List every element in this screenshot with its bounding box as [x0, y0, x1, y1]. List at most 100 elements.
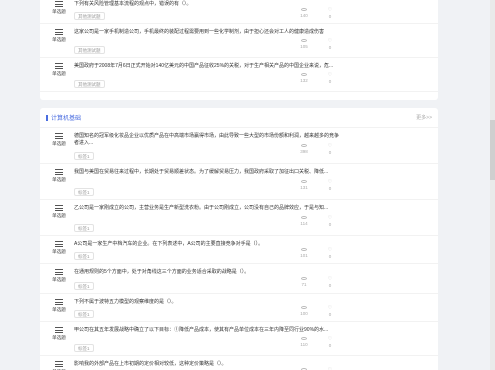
- scrollbar-thumb[interactable]: [490, 120, 495, 180]
- list-icon: [55, 169, 63, 175]
- heart-icon: ♡: [327, 179, 333, 185]
- like-count[interactable]: ♡0: [322, 143, 338, 156]
- question-tag[interactable]: 其他测试题: [74, 12, 105, 20]
- like-count-value: 0: [328, 222, 332, 227]
- question-row[interactable]: 单选题 这家公司是一家手机制造公司，手机最终的装配过程需要用到一些化学制剂，由于担…: [40, 24, 438, 58]
- question-text[interactable]: 影响我的外部产品在上市初期的定价相对较低，这种定价策略是（）。: [74, 361, 342, 368]
- question-row[interactable]: 单选题 下列不属于波特五力模型的观察维度的是（）。 标签1 100 ♡ 0: [40, 294, 438, 322]
- question-tag[interactable]: 标签1: [74, 188, 94, 196]
- more-link[interactable]: 更多>>: [416, 114, 432, 121]
- heart-icon: ♡: [327, 72, 333, 78]
- question-tag[interactable]: 标签1: [74, 282, 94, 290]
- eye-icon: [301, 216, 307, 219]
- question-text[interactable]: 在通用规则的5个方面中，处于对角线这三个方面的业务适合采取的战略是（）。: [74, 269, 342, 276]
- view-count-value: 131: [300, 185, 308, 190]
- list-icon: [55, 205, 63, 211]
- heart-icon: ♡: [327, 143, 333, 149]
- question-row[interactable]: 单选题 甲公司在其五年发展战略中确立了以下目标：①降低产品成本，使其有产品单位成本…: [40, 322, 438, 356]
- like-count[interactable]: ♡0: [322, 8, 338, 20]
- question-type-label: 单选题: [52, 140, 66, 146]
- question-row[interactable]: 单选题 乙公司是一家刚成立的公司，主营业务是生产新型洗衣粉。由于公司刚成立，公司没…: [40, 200, 438, 236]
- view-count: 114: [296, 216, 312, 226]
- question-type: 单选题: [48, 204, 70, 219]
- question-tag[interactable]: 标签1: [74, 224, 94, 232]
- heart-icon: ♡: [327, 276, 333, 282]
- question-text[interactable]: 甲公司在其五年发展战略中确立了以下目标：①降低产品成本，使其有产品单位成本在三年…: [74, 327, 342, 334]
- like-count[interactable]: ♡0: [322, 276, 338, 289]
- question-row[interactable]: 单选题 美国政府于2008年7月6日正式开始对140亿美元的中国产品征收25%的关…: [40, 58, 438, 92]
- question-type-label: 单选题: [52, 70, 66, 76]
- like-count[interactable]: ♡0: [322, 336, 338, 349]
- view-count: 110: [296, 337, 312, 347]
- question-text[interactable]: 这家公司是一家手机制造公司，手机最终的装配过程需要用到一些化学制剂，由于担心还会…: [74, 29, 342, 36]
- question-text[interactable]: 下列有关风险管理基本流程的观点中，错误的有（）。: [74, 1, 342, 8]
- question-row[interactable]: 单选题影响我的外部产品在上市初期的定价相对较低，这种定价策略是（）。标签190♡…: [40, 356, 438, 370]
- list-icon: [55, 1, 63, 7]
- view-count-value: 132: [300, 78, 308, 83]
- heart-icon: ♡: [327, 247, 333, 253]
- heart-icon: ♡: [327, 305, 333, 311]
- question-type-label: 单选题: [52, 248, 66, 254]
- view-count-value: 101: [300, 253, 308, 258]
- section-title[interactable]: 计算机基础: [46, 113, 81, 122]
- section-bar-icon: [46, 114, 48, 121]
- question-list: 单选题 德国知名的冠军级化妆品企业以优质产品在中高端市场赢得市场，由此导致一些大型…: [40, 128, 438, 370]
- eye-icon: [301, 180, 307, 183]
- question-text[interactable]: 我国与美国在贸易往来过程中，长期处于贸易顺差状态。为了缓解贸易压力，我国政府采取…: [74, 169, 342, 176]
- list-icon: [55, 269, 63, 275]
- question-row[interactable]: 单选题 下列有关风险管理基本流程的观点中，错误的有（）。 其他测试题 140 ♡ 0: [40, 0, 438, 24]
- view-count-value: 105: [300, 44, 308, 49]
- like-count-value: 0: [328, 79, 332, 84]
- like-count-value: 0: [328, 150, 332, 155]
- question-type-label: 单选题: [52, 212, 66, 218]
- question-list: 单选题 下列有关风险管理基本流程的观点中，错误的有（）。 其他测试题 140 ♡ 0 单选题…: [40, 0, 438, 92]
- question-text[interactable]: 美国政府于2008年7月6日正式开始对140亿美元的中国产品征收25%的关税，对…: [74, 63, 342, 70]
- like-count[interactable]: ♡0: [322, 247, 338, 260]
- heart-icon: ♡: [327, 336, 333, 342]
- eye-icon: [301, 39, 307, 42]
- eye-icon: [301, 73, 307, 76]
- view-count: 140: [296, 8, 312, 18]
- question-type-label: 单选题: [52, 36, 66, 42]
- list-icon: [55, 361, 63, 367]
- like-count[interactable]: ♡0: [322, 179, 338, 192]
- like-count-value: 0: [328, 283, 332, 288]
- page-scrollbar[interactable]: [490, 0, 495, 370]
- question-row[interactable]: 单选题 在通用规则的5个方面中，处于对角线这三个方面的业务适合采取的战略是（）。标…: [40, 264, 438, 294]
- like-count[interactable]: ♡0: [322, 72, 338, 85]
- list-icon: [55, 29, 63, 35]
- question-type-label: 单选题: [52, 306, 66, 312]
- question-type-label: 单选题: [52, 334, 66, 340]
- question-tag[interactable]: 标签1: [74, 344, 94, 352]
- question-tag[interactable]: 标签1: [74, 310, 94, 318]
- question-tag[interactable]: 其他测试题: [74, 46, 105, 54]
- list-icon: [55, 63, 63, 69]
- like-count[interactable]: ♡0: [322, 305, 338, 318]
- section-header: 计算机基础 更多>>: [40, 108, 438, 128]
- question-tag[interactable]: 标签1: [74, 152, 94, 160]
- question-type-label: 单选题: [52, 276, 66, 282]
- question-tag[interactable]: 标签1: [74, 252, 94, 260]
- view-count: 105: [296, 39, 312, 49]
- question-text[interactable]: A公司是一家生产中档汽车的企业。在下列表述中，A公司的主要直接竞争对手是（）。: [74, 241, 342, 248]
- question-type-label: 单选题: [52, 176, 66, 182]
- question-text[interactable]: 乙公司是一家刚成立的公司，主营业务是生产新型洗衣粉。由于公司刚成立，公司没有自己…: [74, 205, 342, 212]
- question-type: 单选题: [48, 268, 70, 283]
- question-row[interactable]: 单选题 我国与美国在贸易往来过程中，长期处于贸易顺差状态。为了缓解贸易压力，我国政…: [40, 164, 438, 200]
- like-count[interactable]: ♡0: [322, 39, 338, 51]
- like-count[interactable]: ♡0: [322, 216, 338, 228]
- question-type-label: 单选题: [52, 8, 66, 14]
- question-list-card-main: 计算机基础 更多>> 单选题 德国知名的冠军级化妆品企业以优质产品在中高端市场赢得…: [40, 108, 438, 370]
- view-count-value: 71: [301, 282, 307, 287]
- eye-icon: [301, 248, 307, 251]
- question-row[interactable]: 单选题 A公司是一家生产中档汽车的企业。在下列表述中，A公司的主要直接竞争对手是（…: [40, 236, 438, 264]
- view-count-value: 140: [300, 13, 308, 18]
- like-count-value: 0: [328, 343, 332, 348]
- question-row[interactable]: 单选题 德国知名的冠军级化妆品企业以优质产品在中高端市场赢得市场，由此导致一些大型…: [40, 128, 438, 164]
- question-tag[interactable]: 其他测试题: [74, 80, 105, 88]
- question-type: 单选题: [48, 0, 70, 15]
- eye-icon: [301, 8, 307, 11]
- view-count: 71: [296, 277, 312, 287]
- question-text[interactable]: 下列不属于波特五力模型的观察维度的是（）。: [74, 299, 342, 306]
- eye-icon: [301, 144, 307, 147]
